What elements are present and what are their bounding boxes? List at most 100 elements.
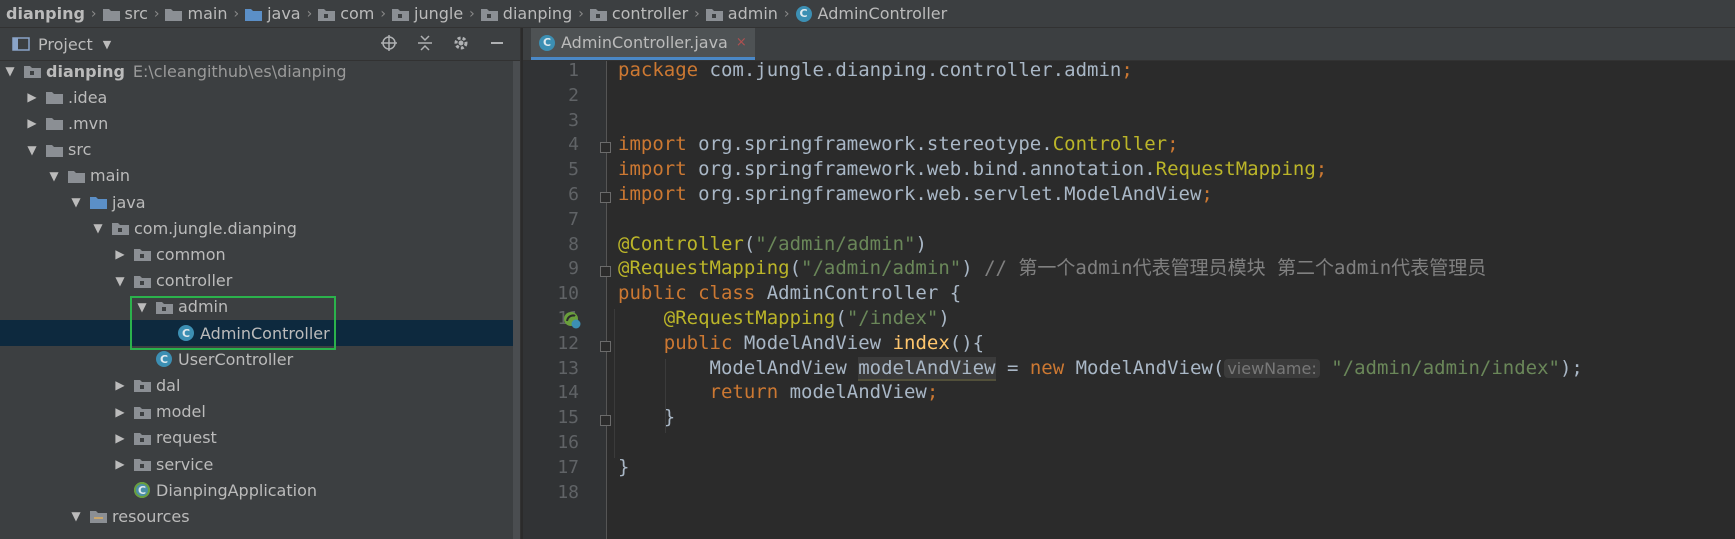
code-token: Controller: [1052, 133, 1168, 156]
module-path: E:\cleangithub\es\dianping: [132, 61, 347, 81]
tree-item-usercontroller[interactable]: C UserController: [0, 346, 520, 372]
code-line[interactable]: @RequestMapping("/index"): [618, 305, 950, 332]
chevron-right-icon[interactable]: ▶: [26, 116, 38, 130]
tree-item-service[interactable]: ▶ service: [0, 451, 520, 477]
code-line[interactable]: ModelAndView modelAndView = new ModelAnd…: [618, 355, 1583, 382]
source-folder-icon: [245, 8, 263, 21]
tree-item-label: src: [68, 140, 92, 160]
chevron-down-icon[interactable]: ▼: [48, 169, 60, 183]
chevron-down-icon[interactable]: ▼: [70, 509, 82, 523]
folder-icon: [46, 92, 63, 105]
code-token: "/admin/admin": [801, 257, 962, 280]
breadcrumb-item[interactable]: dianping: [6, 4, 85, 23]
locate-icon[interactable]: [378, 32, 400, 54]
line-number: 7: [568, 208, 579, 230]
breadcrumb-item[interactable]: admin: [705, 4, 778, 23]
breadcrumb-label: dianping: [502, 4, 573, 23]
chevron-right-icon[interactable]: ▶: [114, 405, 126, 419]
breadcrumb-separator: ›: [233, 5, 240, 22]
code-line[interactable]: }: [618, 404, 675, 431]
code-editor[interactable]: package com.jungle.dianping.controller.a…: [607, 61, 1735, 539]
breadcrumb-item[interactable]: C AdminController: [795, 4, 947, 23]
tree-item-dianping[interactable]: ▼ dianping E:\cleangithub\es\dianping: [0, 58, 520, 84]
code-token: (){: [949, 331, 985, 354]
breadcrumb-item[interactable]: dianping: [480, 4, 573, 23]
code-token: (: [743, 232, 756, 255]
code-token: // 第一个admin代表管理员模块 第二个admin代表管理员: [984, 257, 1487, 280]
spring-bean-icon[interactable]: [563, 311, 581, 329]
breadcrumb-item[interactable]: src: [102, 4, 148, 23]
breadcrumb-item[interactable]: controller: [589, 4, 688, 23]
chevron-right-icon[interactable]: ▶: [114, 431, 126, 445]
chevron-down-icon[interactable]: ▼: [114, 274, 126, 288]
code-line[interactable]: return modelAndView;: [618, 379, 939, 406]
code-line[interactable]: import org.springframework.stereotype.Co…: [618, 131, 1179, 158]
tree-item--idea[interactable]: ▶ .idea: [0, 84, 520, 110]
tree-item--mvn[interactable]: ▶ .mvn: [0, 110, 520, 136]
tree-item-java[interactable]: ▼ java: [0, 189, 520, 215]
close-icon[interactable]: ×: [736, 35, 747, 50]
breadcrumb-label: java: [267, 4, 301, 23]
tree-item-label: java: [112, 192, 146, 212]
code-token: (: [789, 257, 802, 280]
fold-marker-icon[interactable]: [600, 340, 611, 352]
code-token: ): [938, 307, 950, 329]
breadcrumb-label: com: [340, 4, 375, 23]
tree-scrollbar[interactable]: [513, 61, 520, 539]
code-line[interactable]: public ModelAndView index(){: [618, 330, 984, 357]
line-number: 13: [557, 357, 579, 379]
editor-tab-bar: C AdminController.java ×: [523, 28, 1735, 61]
chevron-down-icon[interactable]: ▼: [92, 221, 104, 235]
class-icon: C: [156, 351, 172, 368]
chevron-right-icon[interactable]: ▶: [114, 378, 126, 392]
tree-item-dal[interactable]: ▶ dal: [0, 372, 520, 398]
line-number: 10: [557, 283, 579, 305]
gear-icon[interactable]: [450, 32, 472, 54]
code-line[interactable]: import org.springframework.web.bind.anno…: [618, 156, 1327, 183]
breadcrumb-item[interactable]: main: [165, 4, 227, 23]
fold-marker-icon[interactable]: [600, 266, 611, 278]
fold-marker-icon[interactable]: [600, 415, 611, 427]
tree-item-label: dal: [156, 375, 181, 395]
chevron-right-icon[interactable]: ▶: [114, 247, 126, 261]
tab-admincontroller-java[interactable]: C AdminController.java ×: [531, 28, 755, 60]
tree-item-label: UserController: [178, 349, 294, 369]
tree-item-dianpingapplication[interactable]: C DianpingApplication: [0, 477, 520, 503]
tree-item-model[interactable]: ▶ model: [0, 399, 520, 425]
project-icon: [12, 37, 30, 51]
chevron-down-icon[interactable]: ▼: [4, 64, 16, 78]
collapse-all-icon[interactable]: [414, 32, 436, 54]
breadcrumb-item[interactable]: java: [245, 4, 301, 23]
code-token: public: [663, 331, 744, 354]
tree-item-common[interactable]: ▶ common: [0, 241, 520, 267]
tree-item-com-jungle-dianping[interactable]: ▼ com.jungle.dianping: [0, 215, 520, 241]
fold-marker-icon[interactable]: [600, 142, 611, 154]
tree-item-resources[interactable]: ▼ resources: [0, 503, 520, 529]
code-line[interactable]: }: [618, 454, 629, 481]
tree-item-src[interactable]: ▼ src: [0, 137, 520, 163]
tree-item-request[interactable]: ▶ request: [0, 425, 520, 451]
line-number: 18: [557, 481, 579, 503]
breadcrumb-label: jungle: [414, 4, 464, 23]
code-token: ;: [1315, 158, 1328, 181]
fold-marker-icon[interactable]: [600, 192, 611, 203]
chevron-right-icon[interactable]: ▶: [26, 90, 38, 104]
code-line[interactable]: @RequestMapping("/admin/admin") // 第一个ad…: [618, 255, 1486, 282]
tree-item-main[interactable]: ▼ main: [0, 163, 520, 189]
chevron-right-icon[interactable]: ▶: [114, 457, 126, 471]
code-token: modelAndView: [789, 381, 927, 404]
project-view-selector[interactable]: Project ▼: [6, 35, 111, 54]
chevron-down-icon[interactable]: ▼: [70, 195, 82, 209]
code-line[interactable]: import org.springframework.web.servlet.M…: [618, 181, 1213, 208]
minimize-icon[interactable]: [486, 32, 508, 54]
tree-item-controller[interactable]: ▼ controller: [0, 268, 520, 294]
code-line[interactable]: package com.jungle.dianping.controller.a…: [618, 61, 1133, 84]
breadcrumb-separator: ›: [783, 5, 790, 22]
breadcrumb-item[interactable]: com: [318, 4, 374, 23]
code-token: );: [1559, 356, 1583, 379]
code-line[interactable]: @Controller("/admin/admin"): [618, 231, 927, 258]
breadcrumb-item[interactable]: jungle: [392, 4, 463, 23]
code-line[interactable]: public class AdminController {: [618, 280, 961, 307]
chevron-down-icon[interactable]: ▼: [26, 143, 38, 157]
code-token: com.jungle.dianping.controller.admin: [709, 61, 1122, 81]
